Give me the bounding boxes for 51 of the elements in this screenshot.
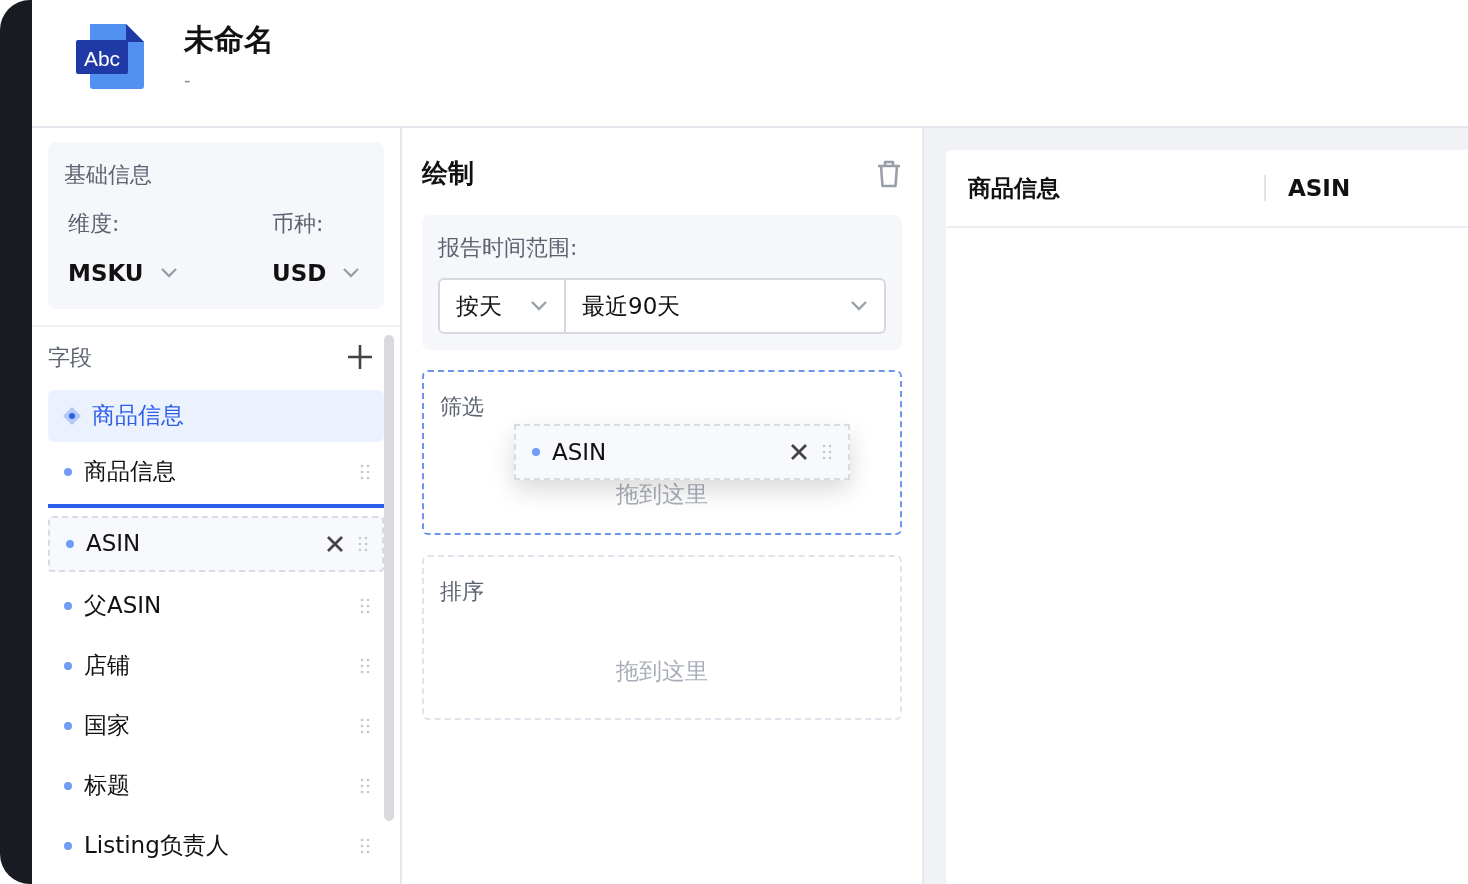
report-title: 未命名 [184, 22, 274, 58]
field-label: 报告时间范围: [438, 234, 579, 262]
bullet-icon [66, 539, 74, 548]
scrollbar[interactable] [384, 334, 394, 821]
section-title: 字段 [48, 343, 92, 372]
drop-hint: 拖到这里 [615, 480, 709, 509]
panel-title: 绘制 [422, 157, 474, 190]
bullet-icon [532, 448, 540, 456]
bullet-icon [64, 781, 72, 790]
drop-hint: 拖到这里 [615, 657, 709, 686]
bullet-icon [64, 721, 72, 730]
column-header: 商品信息 [967, 173, 1061, 203]
bullet-icon [64, 467, 72, 476]
diamond-icon [62, 405, 82, 426]
add-icon[interactable] [346, 343, 374, 371]
dropdown-select[interactable]: MSKU [68, 256, 178, 291]
drag-handle-icon[interactable] [360, 597, 370, 614]
field-item[interactable]: 国家 [48, 695, 384, 756]
field-item[interactable]: 标题 [48, 755, 384, 816]
section-title: 基础信息 [64, 161, 153, 189]
drag-handle-icon[interactable] [360, 657, 370, 674]
field-label: 维度: [68, 210, 121, 238]
trash-icon[interactable] [876, 159, 902, 188]
drop-zone[interactable]: 筛选 拖到这里 ASIN [422, 370, 902, 535]
drag-handle-icon[interactable] [360, 463, 370, 480]
bullet-icon [64, 841, 72, 850]
chevron-icon [159, 267, 178, 280]
drag-handle-icon[interactable] [358, 535, 368, 552]
field-item[interactable]: 商品信息 [48, 441, 384, 502]
field-item[interactable]: 父ASIN [48, 575, 384, 636]
drag-handle-icon[interactable] [360, 717, 370, 734]
field-group[interactable]: 商品信息 [48, 389, 384, 442]
column-header: ASIN [1287, 173, 1352, 203]
dragged-field-chip[interactable]: ASIN [514, 424, 850, 480]
dropdown-select[interactable]: USD [272, 256, 361, 291]
field-item[interactable]: Listing负责人 [48, 815, 384, 876]
field-item[interactable]: ASIN [48, 515, 384, 572]
bullet-icon [64, 661, 72, 670]
bullet-icon [64, 601, 72, 610]
report-subtitle: - [184, 68, 192, 92]
drag-handle-icon[interactable] [360, 837, 370, 854]
drop-zone[interactable]: 排序 拖到这里 [422, 555, 902, 720]
drag-handle-icon[interactable] [822, 444, 832, 460]
remove-icon[interactable] [326, 534, 344, 553]
zone-title: 排序 [440, 578, 485, 606]
field-label: 币种: [272, 210, 325, 238]
zone-title: 筛选 [440, 393, 485, 421]
chevron-icon [342, 267, 361, 280]
drag-handle-icon[interactable] [360, 777, 370, 794]
field-item[interactable]: 店铺 [48, 635, 384, 696]
remove-icon[interactable] [790, 443, 808, 461]
